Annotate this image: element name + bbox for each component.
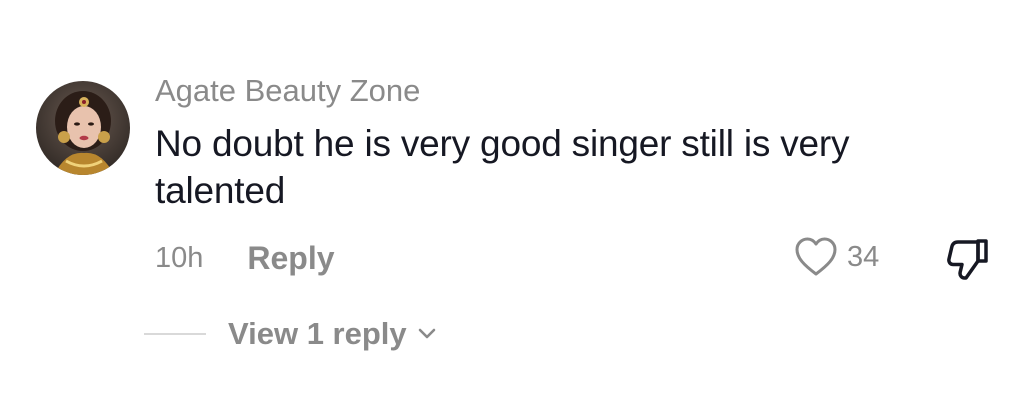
reply-button[interactable]: Reply xyxy=(247,240,334,277)
like-button[interactable]: 34 xyxy=(794,235,879,279)
comment-author[interactable]: Agate Beauty Zone xyxy=(155,72,420,110)
comment-item: Agate Beauty Zone No doubt he is very go… xyxy=(0,0,1024,411)
like-count: 34 xyxy=(847,240,880,273)
heart-icon[interactable] xyxy=(794,236,838,278)
thumbs-down-icon[interactable] xyxy=(944,234,992,282)
view-replies-button[interactable]: View 1 reply xyxy=(228,316,437,352)
avatar[interactable] xyxy=(36,81,130,175)
dislike-button[interactable] xyxy=(944,234,992,282)
view-replies-row: View 1 reply xyxy=(144,314,437,354)
comment-meta: 10h Reply xyxy=(155,238,335,278)
comment-text: No doubt he is very good singer still is… xyxy=(155,123,850,211)
comment-timestamp: 10h xyxy=(155,241,204,274)
view-replies-label: View 1 reply xyxy=(228,316,407,351)
chevron-down-icon xyxy=(417,324,437,344)
divider xyxy=(144,333,206,335)
